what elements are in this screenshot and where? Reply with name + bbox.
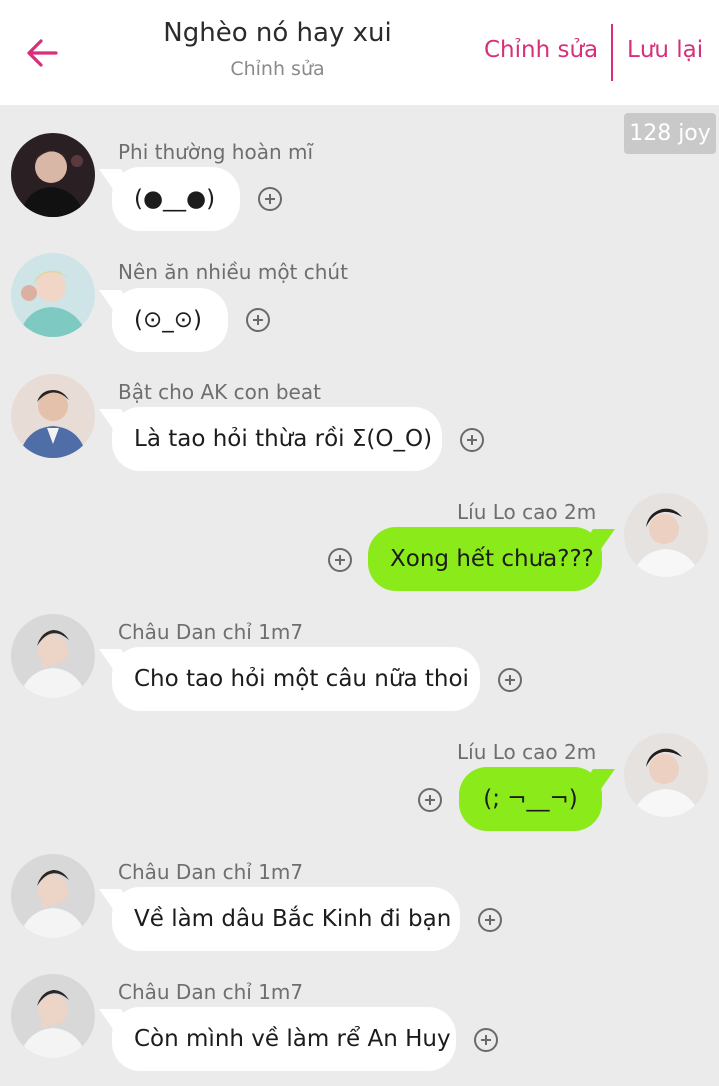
avatar[interactable] (11, 854, 95, 938)
message-text: (⊙_⊙) (134, 307, 202, 333)
sender-name: Líu Lo cao 2m (457, 500, 597, 524)
add-reaction-icon[interactable] (328, 548, 352, 572)
sender-name: Châu Dan chỉ 1m7 (118, 860, 304, 884)
sender-name: Líu Lo cao 2m (457, 740, 597, 764)
top-bar: Nghèo nó hay xui Chỉnh sửa Chỉnh sửa Lưu… (0, 0, 719, 105)
message-text: Là tao hỏi thừa rồi Σ(O_O) (134, 426, 433, 452)
chat-title: Nghèo nó hay xui (163, 18, 392, 48)
add-reaction-icon[interactable] (478, 908, 502, 932)
sender-name: Châu Dan chỉ 1m7 (118, 980, 304, 1004)
message-bubble[interactable]: (; ¬__¬) (459, 767, 602, 831)
joy-badge: 128 joy (624, 113, 716, 154)
header-divider (611, 24, 613, 81)
message-text: (; ¬__¬) (483, 786, 578, 812)
add-reaction-icon[interactable] (258, 187, 282, 211)
add-reaction-icon[interactable] (460, 428, 484, 452)
arrow-left-icon (27, 39, 58, 67)
sender-name: Châu Dan chỉ 1m7 (118, 620, 304, 644)
sender-name: Nên ăn nhiều một chút (118, 260, 348, 284)
add-reaction-icon[interactable] (474, 1028, 498, 1052)
add-reaction-icon[interactable] (246, 308, 270, 332)
add-reaction-icon[interactable] (418, 788, 442, 812)
message-bubble[interactable]: (⊙_⊙) (112, 288, 228, 352)
save-button[interactable]: Lưu lại (627, 37, 703, 63)
avatar[interactable] (11, 374, 95, 458)
message-text: (●__●) (134, 186, 216, 212)
message-bubble[interactable]: Còn mình về làm rể An Huy (112, 1007, 456, 1071)
avatar[interactable] (11, 253, 95, 337)
avatar[interactable] (11, 133, 95, 217)
back-button[interactable] (22, 28, 62, 78)
add-reaction-icon[interactable] (498, 668, 522, 692)
message-bubble[interactable]: (●__●) (112, 167, 240, 231)
avatar[interactable] (624, 493, 708, 577)
title-block: Nghèo nó hay xui Chỉnh sửa (150, 18, 405, 80)
message-text: Xong hết chưa??? (390, 546, 594, 572)
message-bubble[interactable]: Xong hết chưa??? (368, 527, 602, 591)
message-bubble[interactable]: Về làm dâu Bắc Kinh đi bạn (112, 887, 460, 951)
message-bubble[interactable]: Là tao hỏi thừa rồi Σ(O_O) (112, 407, 442, 471)
avatar[interactable] (11, 614, 95, 698)
message-text: Cho tao hỏi một câu nữa thoi (134, 666, 469, 692)
message-text: Về làm dâu Bắc Kinh đi bạn (134, 906, 452, 932)
chat-subtitle: Chỉnh sửa (230, 58, 325, 80)
avatar[interactable] (624, 733, 708, 817)
sender-name: Bật cho AK con beat (118, 380, 321, 404)
message-bubble[interactable]: Cho tao hỏi một câu nữa thoi (112, 647, 480, 711)
edit-button[interactable]: Chỉnh sửa (484, 37, 598, 63)
avatar[interactable] (11, 974, 95, 1058)
message-text: Còn mình về làm rể An Huy (134, 1026, 451, 1052)
sender-name: Phi thường hoàn mĩ (118, 140, 314, 164)
